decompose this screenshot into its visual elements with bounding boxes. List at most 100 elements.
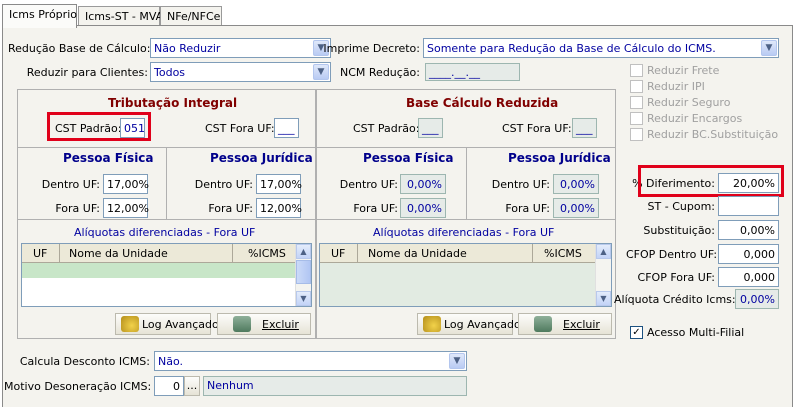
reduzir-seguro-label: Reduzir Seguro	[647, 96, 731, 109]
trash-icon	[534, 316, 552, 332]
dentro-uf-label: Dentro UF:	[194, 178, 253, 191]
col-separator	[357, 244, 358, 263]
col-icms[interactable]: %ICMS	[544, 247, 582, 260]
log-icon	[423, 316, 441, 332]
acesso-multi-filial-checkbox[interactable]: ✓	[630, 326, 643, 339]
pj-title: Pessoa Jurídica	[210, 151, 313, 165]
dentro-uf-label: Dentro UF:	[41, 178, 100, 191]
tab-icms-proprio[interactable]: Icms Próprio	[2, 4, 77, 28]
pj-dentro-reduzida-input[interactable]: 0,00%	[553, 174, 599, 194]
dentro-uf-label: Dentro UF:	[491, 178, 550, 191]
pj-dentro-input[interactable]: 17,00%	[256, 174, 302, 194]
pj-fora-input[interactable]: 12,00%	[256, 198, 302, 218]
cst-fora-uf-label: CST Fora UF:	[502, 122, 572, 135]
divider	[166, 147, 167, 219]
log-icon	[121, 316, 139, 332]
cst-padrao-reduzida-input[interactable]: ___	[418, 118, 443, 138]
base-reduzida-title: Base Cálculo Reduzida	[406, 96, 559, 110]
imprime-decreto-value: Somente para Redução da Base de Cálculo …	[427, 42, 716, 55]
tab-nfe-nfce[interactable]: NFe/NFCe	[160, 6, 222, 26]
ncm-reducao-field[interactable]: ____.__.__	[425, 63, 520, 81]
chevron-down-icon[interactable]: ▼	[449, 353, 465, 369]
imprime-decreto-select[interactable]: Somente para Redução da Base de Cálculo …	[423, 38, 779, 58]
divider	[466, 147, 467, 219]
st-cupom-label: ST - Cupom:	[647, 200, 715, 213]
log-avancado-reduzida-button[interactable]: Log Avançado	[417, 313, 521, 335]
acesso-multi-filial-label: Acesso Multi-Filial	[647, 326, 745, 339]
reduzir-ipi-checkbox[interactable]	[630, 80, 643, 93]
highlight-box	[47, 112, 151, 141]
highlight-box	[638, 165, 784, 197]
reduzir-frete-checkbox[interactable]	[630, 64, 643, 77]
aliquotas-title: Alíquotas diferenciadas - Fora UF	[373, 226, 555, 239]
grid-header: UF Nome da Unidade %ICMS	[22, 244, 311, 263]
imprime-decreto-label: Imprime Decreto:	[323, 42, 420, 55]
col-separator	[59, 244, 60, 263]
col-separator	[532, 244, 533, 263]
reduzir-bc-substituicao-checkbox[interactable]	[630, 128, 643, 141]
divider	[17, 219, 616, 220]
col-uf[interactable]: UF	[33, 247, 47, 260]
cst-fora-uf-input[interactable]: ___	[274, 118, 299, 138]
col-icms[interactable]: %ICMS	[248, 247, 286, 260]
cst-fora-uf-reduzida-input[interactable]: ___	[572, 118, 597, 138]
grid-header: UF Nome da Unidade %ICMS	[320, 244, 611, 263]
cfop-dentro-label: CFOP Dentro UF:	[626, 248, 718, 261]
log-avancado-label: Log Avançado	[142, 318, 219, 331]
reduzir-clientes-value: Todos	[154, 66, 186, 79]
pj-fora-reduzida-input[interactable]: 0,00%	[553, 198, 599, 218]
log-avancado-button[interactable]: Log Avançado	[115, 313, 219, 335]
col-uf[interactable]: UF	[331, 247, 345, 260]
aliquota-credito-label: Alíquota Crédito Icms:	[614, 293, 736, 306]
vertical-scrollbar[interactable]: ▲ ▼	[295, 244, 311, 306]
fora-uf-label: Fora UF:	[505, 202, 550, 215]
log-avancado-label: Log Avançado	[444, 318, 521, 331]
aliquotas-grid[interactable]: UF Nome da Unidade %ICMS ▲ ▼	[21, 243, 312, 307]
excluir-reduzida-button[interactable]: Excluir	[518, 313, 612, 335]
reduzir-bc-substituicao-label: Reduzir BC.Substituição	[647, 128, 779, 141]
pf-dentro-reduzida-input[interactable]: 0,00%	[400, 174, 446, 194]
tab-icms-st-mva[interactable]: Icms-ST - MVA	[78, 6, 163, 26]
col-nome[interactable]: Nome da Unidade	[69, 247, 168, 260]
scroll-down-icon[interactable]: ▼	[596, 291, 611, 306]
motivo-code-input[interactable]: 0	[154, 376, 184, 396]
motivo-desc-field: Nenhum	[203, 376, 467, 396]
dentro-uf-label: Dentro UF:	[339, 178, 398, 191]
calcula-desconto-select[interactable]: Não. ▼	[154, 351, 467, 371]
scroll-up-icon[interactable]: ▲	[596, 244, 611, 259]
cst-fora-uf-label: CST Fora UF:	[205, 122, 275, 135]
cfop-fora-label: CFOP Fora UF:	[637, 271, 715, 284]
scroll-thumb[interactable]	[296, 260, 311, 284]
reduzir-seguro-checkbox[interactable]	[630, 96, 643, 109]
st-cupom-input[interactable]	[718, 196, 779, 216]
aliquota-credito-input[interactable]: 0,00%	[735, 289, 779, 309]
calcula-desconto-value: Não.	[158, 355, 184, 368]
table-row[interactable]	[22, 263, 296, 278]
col-nome[interactable]: Nome da Unidade	[368, 247, 467, 260]
fora-uf-label: Fora UF:	[208, 202, 253, 215]
aliquotas-reduzida-grid[interactable]: UF Nome da Unidade %ICMS ▲ ▼	[319, 243, 612, 307]
divider	[17, 147, 616, 148]
substituicao-input[interactable]: 0,00%	[718, 220, 779, 240]
reduzir-encargos-checkbox[interactable]	[630, 112, 643, 125]
scroll-up-icon[interactable]: ▲	[296, 244, 311, 259]
pf-fora-reduzida-input[interactable]: 0,00%	[400, 198, 446, 218]
excluir-label: Excluir	[262, 318, 299, 331]
pf-title: Pessoa Física	[363, 151, 454, 165]
table-row[interactable]	[320, 263, 596, 306]
vertical-scrollbar[interactable]: ▲ ▼	[595, 244, 611, 306]
reduzir-frete-label: Reduzir Frete	[647, 64, 720, 77]
pf-dentro-input[interactable]: 17,00%	[103, 174, 149, 194]
pf-fora-input[interactable]: 12,00%	[103, 198, 149, 218]
cfop-dentro-input[interactable]: 0,000	[718, 244, 779, 264]
excluir-button[interactable]: Excluir	[217, 313, 311, 335]
scroll-down-icon[interactable]: ▼	[296, 291, 311, 306]
motivo-desoneracao-label: Motivo Desoneração ICMS:	[4, 380, 152, 393]
calcula-desconto-label: Calcula Desconto ICMS:	[19, 355, 150, 368]
reduzir-ipi-label: Reduzir IPI	[647, 80, 705, 93]
motivo-lookup-button[interactable]: ...	[184, 376, 200, 396]
tributacao-integral-title: Tributação Integral	[108, 96, 238, 110]
aliquotas-title: Alíquotas diferenciadas - Fora UF	[74, 226, 256, 239]
chevron-down-icon[interactable]: ▼	[761, 40, 777, 56]
cfop-fora-input[interactable]: 0,000	[718, 267, 779, 287]
